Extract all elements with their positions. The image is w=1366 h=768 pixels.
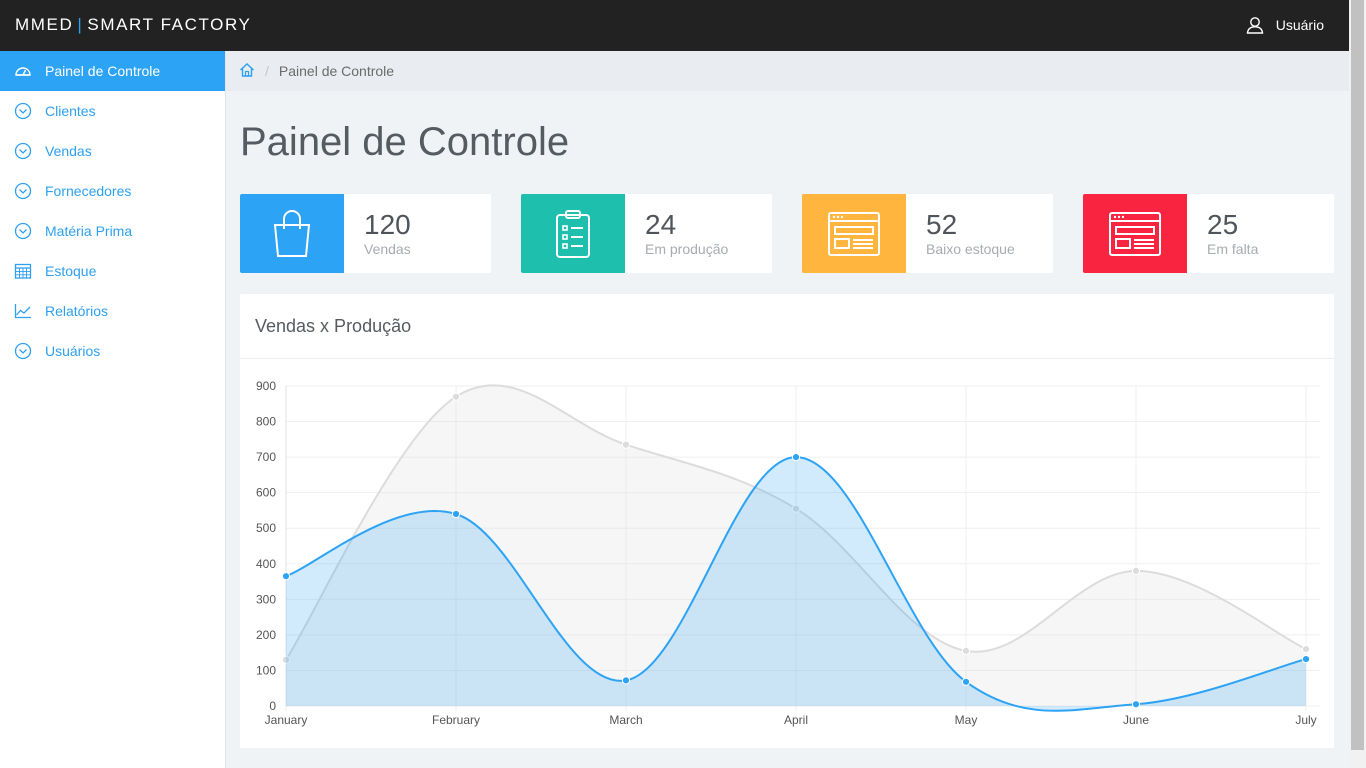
x-tick-label: April xyxy=(784,713,808,727)
stat-value: 52 xyxy=(926,209,958,240)
sidebar-item-estoque[interactable]: Estoque xyxy=(0,251,225,291)
dashboard-icon xyxy=(14,62,32,80)
stat-value: 25 xyxy=(1207,209,1239,240)
data-point xyxy=(1131,566,1141,575)
card-icon-box xyxy=(521,194,625,273)
data-point xyxy=(791,453,801,462)
chevron-circle-icon xyxy=(14,142,32,160)
x-tick-label: February xyxy=(432,713,480,727)
x-tick-label: June xyxy=(1123,713,1149,727)
sidebar-item-materia-prima[interactable]: Matéria Prima xyxy=(0,211,225,251)
x-tick-label: July xyxy=(1295,713,1316,727)
card-icon-box xyxy=(240,194,344,273)
sidebar-item-label: Fornecedores xyxy=(45,183,132,199)
data-point xyxy=(961,646,971,655)
clipboard-icon xyxy=(556,209,590,258)
stat-value: 24 xyxy=(645,209,677,240)
sales-production-chart-panel: Vendas x Produção 0 100 200 300 400 500 600 700… xyxy=(240,294,1334,748)
stat-value: 120 xyxy=(364,209,411,240)
shopping-bag-icon xyxy=(273,209,311,257)
sidebar-item-fornecedores[interactable]: Fornecedores xyxy=(0,171,225,211)
data-point xyxy=(281,572,291,581)
stat-card-baixo-estoque[interactable]: 52 Baixo estoque xyxy=(802,194,1053,273)
sidebar-item-relatorios[interactable]: Relatórios xyxy=(0,291,225,331)
sidebar-item-label: Usuários xyxy=(45,343,101,359)
breadcrumb: / Painel de Controle xyxy=(226,51,1349,91)
user-menu[interactable]: Usuário xyxy=(1246,16,1324,34)
stat-card-vendas[interactable]: 120 Vendas xyxy=(240,194,491,273)
browser-window-icon xyxy=(828,211,880,256)
chevron-circle-icon xyxy=(14,342,32,360)
page-title: Painel de Controle xyxy=(240,120,570,164)
y-tick-label: 800 xyxy=(256,415,276,429)
data-point xyxy=(961,677,971,686)
vertical-scrollbar[interactable] xyxy=(1349,0,1366,768)
sidebar-item-label: Relatórios xyxy=(45,303,109,319)
data-point xyxy=(621,440,631,449)
x-tick-label: January xyxy=(265,713,308,727)
sidebar-item-label: Clientes xyxy=(45,103,96,119)
data-point xyxy=(1131,700,1141,709)
breadcrumb-separator: / xyxy=(265,63,269,79)
data-point xyxy=(1301,645,1311,654)
y-tick-label: 900 xyxy=(256,379,276,393)
sidebar-item-painel-de-controle[interactable]: Painel de Controle xyxy=(0,51,225,91)
stat-card-em-producao[interactable]: 24 Em produção xyxy=(521,194,772,273)
x-tick-label: March xyxy=(609,713,642,727)
sidebar-item-label: Vendas xyxy=(45,143,92,159)
brand-product: SMART FACTORY xyxy=(87,15,252,34)
stat-label: Baixo estoque xyxy=(926,241,1015,257)
stat-label: Em falta xyxy=(1207,241,1259,257)
y-tick-label: 200 xyxy=(256,628,276,642)
y-tick-label: 0 xyxy=(269,699,276,713)
brand-separator: | xyxy=(77,15,84,34)
breadcrumb-current: Painel de Controle xyxy=(278,63,395,79)
brand-logo[interactable]: MMED | SMART FACTORY xyxy=(15,15,251,35)
y-tick-label: 400 xyxy=(256,557,276,571)
browser-window-icon xyxy=(1109,211,1161,256)
x-tick-label: May xyxy=(955,713,978,727)
card-icon-box xyxy=(1083,194,1187,273)
user-label: Usuário xyxy=(1275,17,1324,33)
line-chart-icon xyxy=(14,302,32,320)
top-navbar: MMED | SMART FACTORY Usuário xyxy=(0,0,1349,51)
chevron-circle-icon xyxy=(14,222,32,240)
data-point xyxy=(1301,654,1311,664)
chevron-circle-icon xyxy=(14,182,32,200)
chevron-circle-icon xyxy=(14,102,32,120)
sales-production-chart: 0 100 200 300 400 500 600 700 800 900 January Febru… xyxy=(256,379,1320,727)
scrollbar-thumb[interactable] xyxy=(1351,0,1364,750)
sidebar: Painel de Controle Clientes Vendas Forne… xyxy=(0,51,226,768)
stat-card-em-falta[interactable]: 25 Em falta xyxy=(1083,194,1334,273)
data-point xyxy=(621,676,631,685)
stat-label: Vendas xyxy=(364,241,411,257)
brand-name: MMED xyxy=(15,15,74,34)
user-icon xyxy=(1246,17,1264,34)
home-icon[interactable] xyxy=(239,62,255,81)
sidebar-item-label: Matéria Prima xyxy=(45,223,133,239)
y-tick-label: 300 xyxy=(256,592,276,606)
y-tick-label: 100 xyxy=(256,663,276,677)
sidebar-item-usuarios[interactable]: Usuários xyxy=(0,331,225,371)
stat-label: Em produção xyxy=(645,241,729,257)
y-tick-label: 700 xyxy=(256,450,276,464)
y-tick-label: 500 xyxy=(256,521,276,535)
y-tick-label: 600 xyxy=(256,486,276,500)
sidebar-item-label: Painel de Controle xyxy=(45,63,161,79)
sidebar-item-vendas[interactable]: Vendas xyxy=(0,131,225,171)
sidebar-item-label: Estoque xyxy=(45,263,97,279)
data-point xyxy=(451,392,461,401)
card-icon-box xyxy=(802,194,906,273)
sidebar-item-clientes[interactable]: Clientes xyxy=(0,91,225,131)
calendar-icon xyxy=(14,262,32,280)
data-point xyxy=(451,509,461,519)
